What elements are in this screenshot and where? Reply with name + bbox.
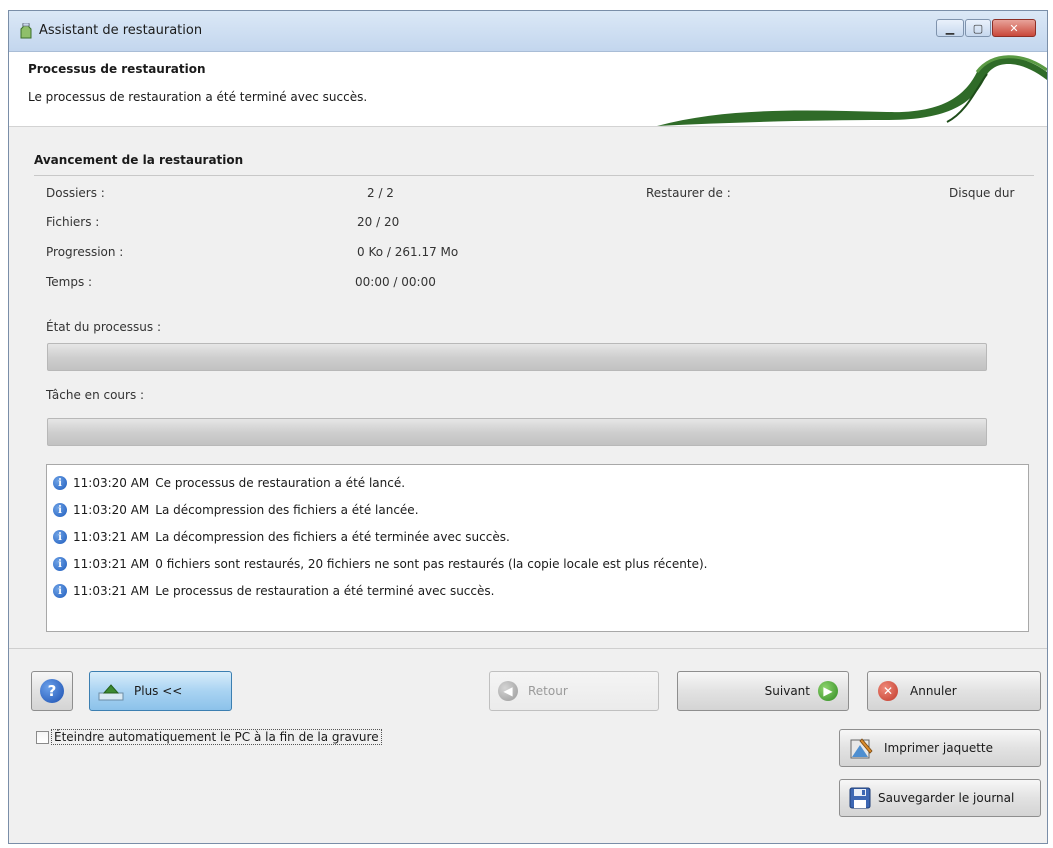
- title-bar[interactable]: Assistant de restauration ▁ ▢ ✕: [9, 11, 1047, 52]
- log-message: La décompression des fichiers a été lanc…: [155, 503, 419, 517]
- save-log-label: Sauvegarder le journal: [878, 791, 1015, 805]
- log-time: 11:03:20 AM: [73, 503, 150, 517]
- back-button-label: Retour: [528, 684, 568, 698]
- more-button[interactable]: Plus <<: [89, 671, 232, 711]
- back-button[interactable]: ◀ Retour: [489, 671, 659, 711]
- log-entry: i 11:03:20 AM Ce processus de restauration…: [53, 473, 405, 493]
- wave-logo-graphic: [657, 55, 1047, 126]
- app-icon: [20, 23, 32, 39]
- info-icon: i: [53, 557, 67, 571]
- minimize-icon: ▁: [945, 21, 955, 35]
- log-message: La décompression des fichiers a été term…: [155, 530, 510, 544]
- log-time: 11:03:21 AM: [73, 530, 150, 544]
- cancel-button-label: Annuler: [910, 684, 957, 698]
- info-icon: i: [53, 503, 67, 517]
- shutdown-checkbox[interactable]: [36, 731, 49, 744]
- time-value: 00:00 / 00:00: [355, 275, 436, 289]
- section-divider: [34, 175, 1034, 176]
- cancel-x-icon: ✕: [878, 681, 898, 701]
- process-state-progress-bar: [47, 343, 987, 371]
- current-task-label: Tâche en cours :: [46, 388, 145, 402]
- info-icon: i: [53, 476, 67, 490]
- restore-from-value: Disque dur: [949, 186, 1015, 200]
- log-message: Le processus de restauration a été termi…: [155, 584, 495, 598]
- maximize-icon: ▢: [972, 21, 984, 35]
- progress-label: Progression :: [46, 245, 124, 259]
- print-cover-label: Imprimer jaquette: [884, 741, 994, 755]
- minimize-button[interactable]: ▁: [936, 19, 964, 37]
- close-icon: ✕: [1009, 21, 1019, 35]
- close-button[interactable]: ✕: [992, 19, 1036, 37]
- log-entry: i 11:03:21 AM La décompression des fichier…: [53, 527, 510, 547]
- folders-value: 2 / 2: [367, 186, 394, 200]
- print-cover-icon: [850, 738, 873, 759]
- arrow-right-icon: ▶: [818, 681, 838, 701]
- maximize-button[interactable]: ▢: [965, 19, 991, 37]
- log-time: 11:03:21 AM: [73, 557, 150, 571]
- info-icon: i: [53, 530, 67, 544]
- log-message: 0 fichiers sont restaurés, 20 fichiers n…: [155, 557, 708, 571]
- files-label: Fichiers :: [46, 215, 100, 229]
- progress-section-title: Avancement de la restauration: [34, 153, 244, 167]
- cancel-button[interactable]: ✕ Annuler: [867, 671, 1041, 711]
- more-icon: [98, 684, 124, 701]
- header-title: Processus de restauration: [28, 62, 206, 76]
- log-message: Ce processus de restauration a été lancé…: [155, 476, 406, 490]
- more-button-label: Plus <<: [134, 684, 183, 698]
- wizard-header: Processus de restauration Le processus d…: [9, 52, 1047, 127]
- print-cover-button[interactable]: Imprimer jaquette: [839, 729, 1041, 767]
- info-icon: i: [53, 584, 67, 598]
- restore-wizard-window: Assistant de restauration ▁ ▢ ✕ Processu…: [8, 10, 1048, 844]
- help-icon: ?: [40, 679, 64, 703]
- folders-label: Dossiers :: [46, 186, 105, 200]
- log-entry: i 11:03:21 AM 0 fichiers sont restaurés, 2…: [53, 554, 707, 574]
- log-time: 11:03:20 AM: [73, 476, 150, 490]
- shutdown-checkbox-label[interactable]: Éteindre automatiquement le PC à la fin …: [51, 729, 382, 745]
- floppy-disk-icon: [849, 787, 871, 809]
- next-button-label: Suivant: [764, 684, 810, 698]
- next-button[interactable]: Suivant ▶: [677, 671, 849, 711]
- time-label: Temps :: [46, 275, 93, 289]
- log-list[interactable]: i 11:03:20 AM Ce processus de restauration…: [46, 464, 1029, 632]
- current-task-progress-bar: [47, 418, 987, 446]
- process-state-label: État du processus :: [46, 320, 162, 334]
- window-title: Assistant de restauration: [39, 23, 203, 38]
- log-entry: i 11:03:20 AM La décompression des fichier…: [53, 500, 419, 520]
- help-button[interactable]: ?: [31, 671, 73, 711]
- save-log-button[interactable]: Sauvegarder le journal: [839, 779, 1041, 817]
- progress-value: 0 Ko / 261.17 Mo: [357, 245, 459, 259]
- arrow-left-icon: ◀: [498, 681, 518, 701]
- footer-divider: [9, 648, 1047, 649]
- restore-from-label: Restaurer de :: [646, 186, 731, 200]
- files-value: 20 / 20: [357, 215, 400, 229]
- log-time: 11:03:21 AM: [73, 584, 150, 598]
- header-subtitle: Le processus de restauration a été termi…: [28, 90, 368, 104]
- log-entry: i 11:03:21 AM Le processus de restauration…: [53, 581, 494, 601]
